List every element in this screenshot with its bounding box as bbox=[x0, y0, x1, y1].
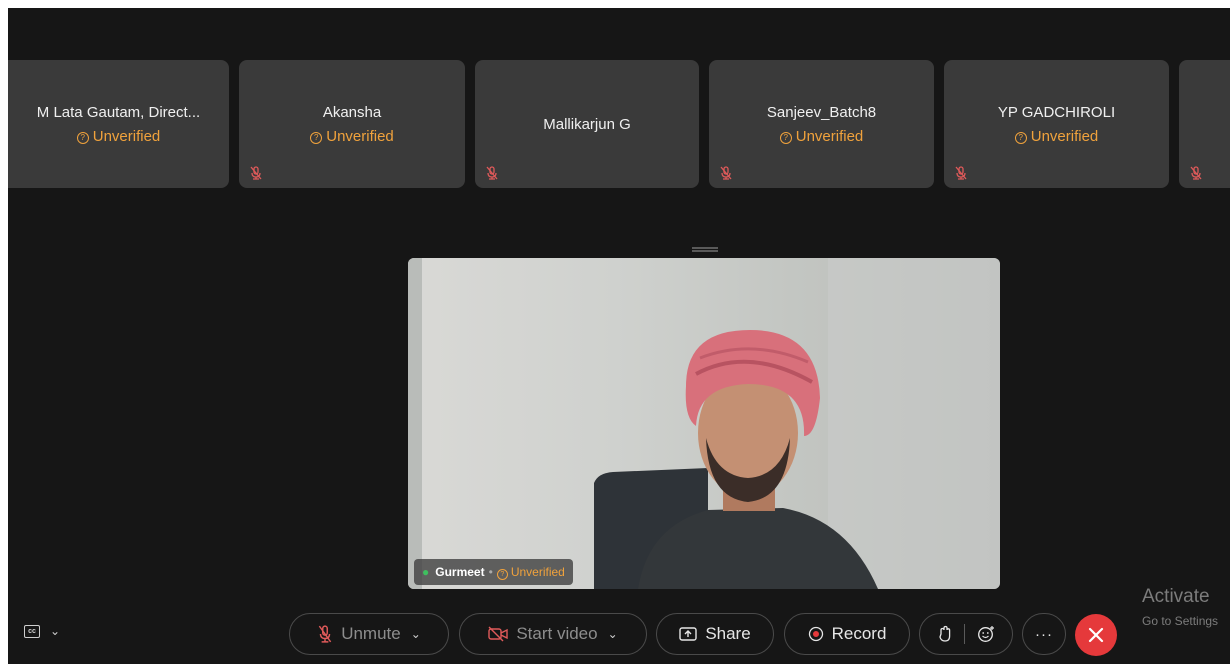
separator-dot: • bbox=[488, 565, 493, 579]
speaker-status: ? Unverified bbox=[496, 564, 565, 580]
start-video-label: Start video bbox=[516, 624, 598, 643]
participant-name: Akansha bbox=[322, 104, 382, 121]
status-label: Unverified bbox=[1030, 128, 1099, 145]
unmute-button[interactable]: Unmute ⌄ bbox=[289, 613, 449, 655]
participant-name: M Lata Gautam, Direct... bbox=[36, 104, 201, 121]
verification-status: ? Unverified bbox=[239, 128, 465, 145]
question-icon: ? bbox=[779, 132, 792, 144]
end-call-button[interactable] bbox=[1075, 614, 1117, 656]
verification-status: ? Unverified bbox=[8, 128, 229, 145]
speaker-name-tag: ● Gurmeet • ? Unverified bbox=[414, 559, 573, 585]
record-button[interactable]: Record bbox=[784, 613, 910, 655]
mic-muted-icon bbox=[486, 166, 498, 180]
video-off-icon bbox=[488, 626, 509, 642]
participant-name: Sanjeev_Batch8 bbox=[766, 104, 877, 121]
participant-name: YP GADCHIROLI bbox=[997, 104, 1116, 121]
mic-muted-icon bbox=[720, 166, 732, 180]
record-label: Record bbox=[831, 624, 887, 643]
status-label: Unverified bbox=[795, 128, 864, 145]
resize-handle[interactable] bbox=[692, 247, 718, 252]
watermark-subtitle: Go to Settings bbox=[1142, 614, 1219, 628]
status-label: Unverified bbox=[326, 128, 394, 145]
start-video-button[interactable]: Start video ⌄ bbox=[459, 613, 647, 655]
status-label: Unverified bbox=[92, 128, 161, 145]
chevron-down-icon: ⌄ bbox=[410, 627, 421, 641]
verification-status: ? Unverified bbox=[709, 128, 934, 145]
share-label: Share bbox=[705, 624, 751, 643]
question-icon: ? bbox=[76, 132, 89, 144]
participant-tile[interactable]: Sanjeev_Batch8 ? Unverified bbox=[709, 60, 934, 188]
video-frame bbox=[408, 258, 1000, 589]
activation-watermark: Activate Go to Settings bbox=[1142, 586, 1230, 628]
participant-tile[interactable]: Mallikarjun G bbox=[475, 60, 699, 188]
divider bbox=[963, 624, 965, 644]
participant-tile[interactable]: M Lata Gautam, Direct... ? Unverified bbox=[8, 60, 229, 188]
participant-tile[interactable]: YP GADCHIROLI ? Unverified bbox=[944, 60, 1169, 188]
unmute-label: Unmute bbox=[341, 624, 401, 643]
share-screen-icon bbox=[679, 626, 698, 642]
closed-captions-button[interactable]: cc ⌄ bbox=[24, 624, 60, 638]
mic-on-icon: ● bbox=[422, 565, 430, 579]
question-icon: ? bbox=[310, 132, 323, 144]
speaker-name: Gurmeet bbox=[435, 565, 485, 579]
watermark-title: Activate bbox=[1142, 586, 1210, 607]
participant-tile[interactable] bbox=[1179, 60, 1230, 188]
mic-muted-icon bbox=[1190, 166, 1202, 180]
chevron-down-icon: ⌄ bbox=[50, 624, 61, 638]
more-options-button[interactable]: ··· bbox=[1022, 613, 1066, 655]
meeting-stage: M Lata Gautam, Direct... ? Unverified Aka… bbox=[8, 8, 1230, 664]
active-speaker-video[interactable]: ● Gurmeet • ? Unverified bbox=[408, 258, 1000, 589]
hand-reactions-group bbox=[919, 613, 1013, 655]
mic-muted-icon bbox=[955, 166, 967, 180]
closed-captions-icon: cc bbox=[24, 624, 40, 638]
mic-muted-icon bbox=[317, 625, 333, 643]
end-call-icon bbox=[1088, 627, 1104, 643]
question-icon: ? bbox=[496, 568, 508, 580]
mic-muted-icon bbox=[250, 166, 262, 180]
chevron-down-icon: ⌄ bbox=[607, 627, 618, 641]
question-icon: ? bbox=[1014, 132, 1027, 144]
record-icon bbox=[808, 626, 824, 642]
status-label: Unverified bbox=[510, 564, 565, 579]
reactions-icon[interactable] bbox=[977, 625, 995, 643]
verification-status: ? Unverified bbox=[944, 128, 1169, 145]
share-button[interactable]: Share bbox=[656, 613, 774, 655]
participant-name: Mallikarjun G bbox=[543, 116, 631, 133]
raise-hand-icon[interactable] bbox=[938, 625, 952, 643]
participant-tile[interactable]: Akansha ? Unverified bbox=[239, 60, 465, 188]
more-icon: ··· bbox=[1035, 625, 1053, 643]
